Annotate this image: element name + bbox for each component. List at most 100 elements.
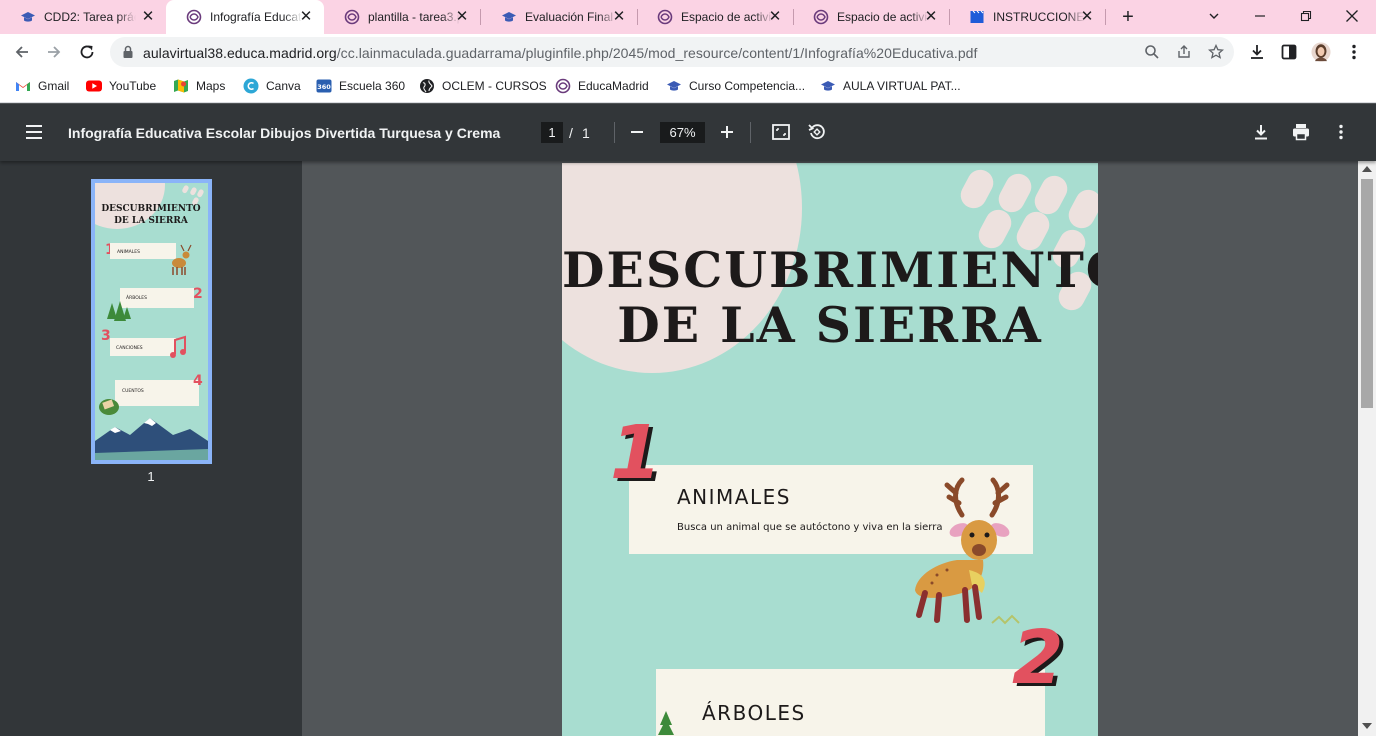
thumb-number: 4 — [193, 373, 203, 389]
section-heading: ANIMALES — [677, 485, 791, 509]
zoom-out-button[interactable] — [627, 122, 647, 142]
thumb-title-2: DE LA SIERRA — [114, 216, 189, 226]
thumb-number: 2 — [193, 286, 203, 302]
bookmark-label: Curso Competencia... — [689, 79, 806, 93]
download-icon[interactable] — [1251, 122, 1271, 142]
bookmark-gmail[interactable]: Gmail — [15, 77, 69, 95]
address-bar[interactable]: aulavirtual38.educa.madrid.org/cc.lainma… — [110, 37, 1234, 67]
scrollbar-thumb[interactable] — [1361, 179, 1373, 408]
kebab-menu-icon[interactable] — [1344, 42, 1364, 62]
vertical-scrollbar[interactable] — [1358, 161, 1376, 736]
star-icon[interactable] — [1208, 44, 1224, 60]
minimize-button[interactable] — [1248, 4, 1272, 28]
zoom-in-button[interactable] — [717, 122, 737, 142]
toolbar-divider — [614, 122, 615, 143]
close-icon[interactable]: ✕ — [767, 9, 783, 25]
mortarboard-icon — [501, 9, 517, 25]
close-icon[interactable]: ✕ — [1079, 9, 1095, 25]
back-button[interactable] — [10, 40, 34, 64]
rotate-icon[interactable] — [807, 122, 827, 142]
download-icon[interactable] — [1247, 42, 1267, 62]
share-icon[interactable] — [1176, 44, 1192, 60]
tab-title: INSTRUCCIONES — [993, 10, 1085, 24]
bookmark-label: Gmail — [38, 79, 70, 93]
pdf-page: DESCUBRIMIENTO DE LA SIERRA ANIMALES Bus… — [562, 163, 1098, 736]
zoom-input[interactable]: 67% — [660, 122, 705, 143]
bookmark-label: Maps — [196, 79, 226, 93]
close-icon[interactable]: ✕ — [611, 9, 627, 25]
thumb-number: 3 — [101, 328, 111, 344]
close-icon[interactable]: ✕ — [454, 9, 470, 25]
youtube-icon — [86, 78, 102, 94]
canva-icon — [243, 78, 259, 94]
tab-separator — [1105, 9, 1106, 25]
section-card-arboles: ÁRBOLES — [656, 669, 1045, 736]
deer-icon — [915, 477, 1020, 625]
scroll-up-arrow-icon[interactable] — [1362, 166, 1372, 172]
new-tab-button[interactable]: + — [1117, 6, 1139, 28]
menu-icon[interactable] — [24, 122, 44, 142]
more-options-icon[interactable] — [1331, 122, 1351, 142]
educamadrid-icon — [344, 9, 360, 25]
bookmark-canva[interactable]: Canva — [243, 77, 301, 95]
thumb-label: CUENTOS — [122, 388, 144, 394]
tab-infografia[interactable]: Infografía Educativa ✕ — [166, 0, 324, 34]
clapperboard-icon — [969, 9, 985, 25]
bookmark-escuela360[interactable]: 360 Escuela 360 — [316, 77, 405, 95]
bookmark-maps[interactable]: Maps — [173, 77, 225, 95]
close-icon[interactable]: ✕ — [140, 9, 156, 25]
thumbnail-sidebar: DESCUBRIMIENTO DE LA SIERRA 1 ANIMALES 2… — [0, 161, 302, 736]
maps-icon — [173, 78, 189, 94]
bookmark-curso-competencia[interactable]: Curso Competencia... — [666, 77, 805, 95]
close-window-button[interactable] — [1340, 4, 1364, 28]
lock-icon[interactable] — [120, 44, 136, 60]
tab-title: CDD2: Tarea práctica — [44, 10, 136, 24]
restore-button[interactable] — [1294, 4, 1318, 28]
tab-title: Espacio de actividad — [837, 10, 929, 24]
print-icon[interactable] — [1291, 122, 1311, 142]
close-icon[interactable]: ✕ — [298, 9, 314, 25]
forward-button[interactable] — [42, 40, 66, 64]
bookmarks-bar: Gmail YouTube Maps Canva 360 Escuela 360… — [0, 70, 1376, 103]
educamadrid-icon — [555, 78, 571, 94]
tab-instrucciones[interactable]: INSTRUCCIONES ✕ — [949, 0, 1105, 34]
bookmark-label: Canva — [266, 79, 301, 93]
fit-page-icon[interactable] — [771, 122, 791, 142]
tab-search-chevron-icon[interactable] — [1202, 4, 1226, 28]
side-panel-icon[interactable] — [1279, 42, 1299, 62]
tab-title: Espacio de actividad — [681, 10, 773, 24]
scroll-down-arrow-icon[interactable] — [1362, 723, 1372, 729]
bookmark-aula-virtual[interactable]: AULA VIRTUAL PAT... — [820, 77, 961, 95]
bookmark-label: YouTube — [109, 79, 157, 93]
bookmark-oclem[interactable]: OCLEM - CURSOS — [419, 77, 547, 95]
thumb-label: ÁRBOLES — [126, 294, 147, 301]
document-title: Infografía Educativa Escolar Dibujos Div… — [68, 125, 501, 141]
bookmark-educamadrid[interactable]: EducaMadrid — [555, 77, 649, 95]
page-thumbnail[interactable]: DESCUBRIMIENTO DE LA SIERRA 1 ANIMALES 2… — [91, 179, 212, 464]
url-host: aulavirtual38.educa.madrid.org — [143, 45, 337, 61]
bookmark-label: EducaMadrid — [578, 79, 649, 93]
tab-cdd2[interactable]: CDD2: Tarea práctica ✕ — [0, 0, 166, 34]
mortarboard-icon — [820, 78, 836, 94]
reload-button[interactable] — [75, 40, 99, 64]
section-number: 2 — [1012, 615, 1064, 701]
document-heading-line-1: DESCUBRIMIENTO — [562, 241, 1098, 299]
avatar[interactable] — [1311, 42, 1331, 62]
url-path: /cc.lainmaculada.guadarrama/pluginfile.p… — [336, 45, 978, 61]
tab-strip: CDD2: Tarea práctica ✕ Infografía Educat… — [0, 0, 1376, 34]
mortarboard-icon — [666, 78, 682, 94]
search-icon[interactable] — [1144, 44, 1160, 60]
gmail-icon — [15, 78, 31, 94]
educamadrid-icon — [813, 9, 829, 25]
tab-espacio-1[interactable]: Espacio de actividad ✕ — [637, 0, 793, 34]
page-number-input[interactable]: 1 — [541, 122, 563, 143]
tab-plantilla[interactable]: plantilla - tarea3.pdf ✕ — [324, 0, 480, 34]
bookmark-label: OCLEM - CURSOS — [442, 79, 547, 93]
thumb-label: ANIMALES — [117, 249, 140, 255]
tab-evaluacion[interactable]: Evaluación Final ✕ — [481, 0, 637, 34]
close-icon[interactable]: ✕ — [923, 9, 939, 25]
tab-espacio-2[interactable]: Espacio de actividad ✕ — [793, 0, 949, 34]
bookmark-youtube[interactable]: YouTube — [86, 77, 156, 95]
bookmark-label: AULA VIRTUAL PAT... — [843, 79, 961, 93]
book-icon — [99, 399, 119, 415]
